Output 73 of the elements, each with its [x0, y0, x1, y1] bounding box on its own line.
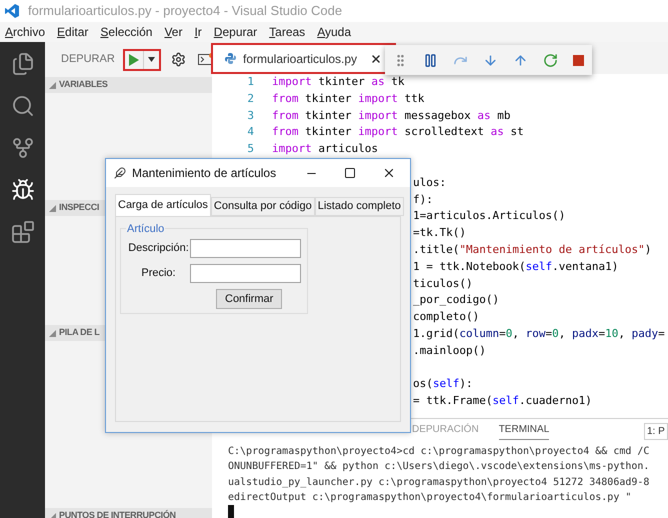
dialog-title: Mantenimiento de artículos — [132, 165, 276, 182]
branch-icon[interactable] — [10, 136, 34, 160]
maximize-icon[interactable] — [344, 167, 356, 179]
code-line: ticulos() — [413, 276, 473, 292]
terminal-line: ONUNBUFFERED=1" && python c:\Users\diego\.vscode\extensions\ms-python. — [228, 460, 650, 474]
field-label: Precio: — [140, 266, 177, 282]
code-line: =tk.Tk() — [413, 225, 466, 242]
feather-icon — [114, 167, 126, 179]
menu-item[interactable]: Ver — [164, 23, 182, 41]
terminal-line: ualstudio_py_launcher.py c:\programaspython\proyecto4 51272 34806ad9-8 — [228, 476, 650, 490]
restart-icon[interactable] — [543, 52, 558, 68]
dialog-tab[interactable]: Listado completo — [314, 197, 404, 216]
input-field[interactable] — [190, 264, 301, 283]
files-icon[interactable] — [10, 52, 34, 76]
code-line: 1 = ttk.Notebook(self.ventana1) — [413, 258, 618, 275]
section-title: INSPECCI — [59, 201, 100, 214]
code-line: .title("Mantenimiento de artículos") — [413, 242, 652, 258]
menu-item[interactable]: Ir — [194, 23, 202, 41]
terminal-select[interactable]: 1: P — [644, 423, 668, 440]
menu-item[interactable]: Selección — [100, 23, 152, 41]
menu-item[interactable]: Ayuda — [317, 23, 352, 41]
menu-item[interactable]: Tareas — [269, 23, 306, 41]
code-line: _por_codigo() — [413, 292, 500, 308]
line-number: 4 — [246, 124, 254, 140]
step-into-icon[interactable] — [483, 52, 498, 68]
code-line: completo() — [413, 309, 480, 326]
vscode-logo-icon — [4, 3, 20, 19]
settings-icon[interactable] — [170, 52, 186, 67]
line-number: 5 — [246, 141, 254, 158]
section-header[interactable]: PUNTOS DE INTERRUPCIÓN — [45, 508, 212, 518]
menu-item[interactable]: Depurar — [214, 23, 258, 41]
panel-tab[interactable]: TERMINAL — [498, 419, 550, 440]
input-field[interactable] — [190, 239, 301, 258]
code-line: import articulos — [272, 141, 378, 158]
code-line: ulos: — [413, 174, 446, 191]
terminal-line: edirectOutput c:\programaspython\proyecto4\formularioarticulos.py " — [228, 490, 632, 505]
stop-icon[interactable] — [573, 54, 584, 66]
section-header[interactable]: VARIABLES — [45, 77, 212, 93]
code-line: 1.grid(column=0, row=0, padx=10, pady= — [413, 326, 665, 342]
code-line: os(self): — [413, 376, 473, 392]
confirm-button[interactable]: Confirmar — [216, 289, 282, 309]
code-line: = ttk.Frame(self.cuaderno1) — [413, 393, 592, 410]
step-out-icon[interactable] — [513, 52, 528, 68]
cursor-icon — [228, 505, 234, 518]
close-icon[interactable] — [370, 52, 382, 64]
sidebar-title: DEPURAR — [61, 52, 115, 68]
pause-icon[interactable] — [423, 52, 438, 68]
menu-item[interactable]: Editar — [57, 23, 88, 41]
code-line: from tkinter import scrolledtext as st — [272, 124, 524, 140]
code-line: f): — [413, 192, 433, 208]
section-title: PUNTOS DE INTERRUPCIÓN — [59, 509, 176, 518]
code-line: 1=articulos.Articulos() — [413, 208, 566, 224]
line-number: 3 — [246, 108, 254, 124]
python-icon — [225, 53, 236, 64]
bug-icon[interactable] — [10, 178, 34, 202]
blocks-icon[interactable] — [10, 220, 34, 244]
code-line: from tkinter import ttk — [272, 90, 424, 107]
menu-item[interactable]: Archivo — [5, 23, 46, 41]
dialog-tab[interactable]: Consulta por código — [210, 197, 315, 216]
editor-tab[interactable]: formularioarticulos.py — [211, 43, 396, 74]
section-title: VARIABLES — [59, 78, 108, 92]
line-number: 1 — [246, 74, 254, 90]
line-number: 2 — [246, 90, 254, 107]
section-title: PILA DE L — [59, 326, 100, 340]
code-line: .mainloop() — [413, 342, 486, 359]
search-icon[interactable] — [10, 94, 34, 118]
terminal-line: C:\programaspython\proyecto4>cd c:\programaspython\proyecto4 && cmd /C — [228, 445, 650, 460]
code-line: from tkinter import messagebox as mb — [272, 108, 510, 124]
window-title: formularioarticulos.py - proyecto4 - Visual Studio Code — [28, 2, 342, 20]
code-line: import tkinter as tk — [272, 74, 404, 90]
dialog-tab[interactable]: Carga de artículos — [115, 194, 211, 216]
close-icon[interactable] — [382, 166, 396, 180]
field-label: Descripción: — [127, 241, 190, 256]
